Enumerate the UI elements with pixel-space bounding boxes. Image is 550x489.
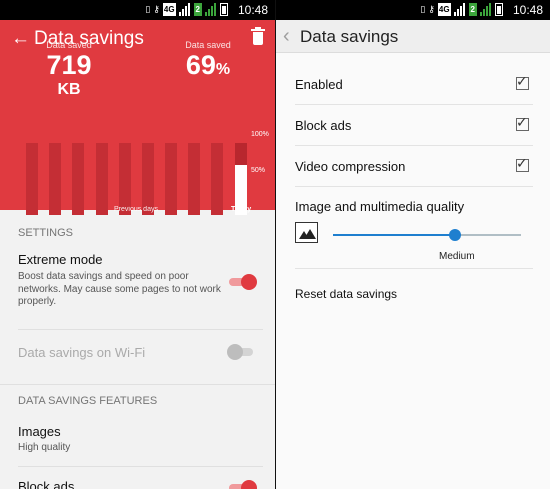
sim-indicator: 2	[468, 3, 477, 16]
chart-bar	[96, 143, 108, 215]
network-type: 4G	[162, 3, 176, 16]
savings-chart	[26, 135, 275, 215]
battery-icon	[220, 3, 228, 16]
settings-action-bar: ‹ Data savings	[276, 20, 550, 53]
settings-section-header: SETTINGS	[18, 227, 74, 239]
left-screen: ▯ ⚷ 4G 2 10:48 ← Data savings Data saved…	[0, 0, 275, 489]
extreme-mode-toggle[interactable]	[229, 274, 257, 290]
data-saved-value: 719	[46, 50, 92, 80]
video-compression-row[interactable]: Video compression ✓	[295, 146, 533, 187]
chart-bar-today	[235, 143, 247, 215]
reset-data-savings[interactable]: Reset data savings	[295, 287, 397, 301]
chart-bar	[49, 143, 61, 215]
status-bar: ▯ ⚷ 4G 2 10:48	[0, 0, 275, 20]
chart-bar	[119, 143, 131, 215]
trash-icon[interactable]	[251, 27, 265, 46]
signal-icon-2	[480, 3, 492, 16]
extreme-mode-description: Boost data savings and speed on poor net…	[18, 271, 221, 307]
status-icons: ▯ ⚷ 4G 2	[420, 3, 503, 16]
video-compression-label: Video compression	[295, 159, 406, 174]
block-ads-row[interactable]: Block ads ✓	[295, 105, 533, 146]
signal-icon	[453, 3, 466, 16]
images-title: Images	[18, 424, 61, 439]
slider-thumb[interactable]	[449, 229, 461, 241]
block-ads-label: Block ads	[295, 118, 352, 133]
right-screen: ▯ ⚷ 4G 2 10:48 ‹ Data savings Enabled ✓ …	[276, 0, 550, 489]
data-saved-label: Data saved	[46, 40, 92, 50]
block-ads-title: Block ads	[18, 479, 75, 489]
extreme-mode-title: Extreme mode	[18, 252, 103, 267]
wifi-savings-row: Data savings on Wi-Fi	[0, 330, 275, 374]
wifi-savings-title: Data savings on Wi-Fi	[18, 345, 146, 360]
enabled-row[interactable]: Enabled ✓	[295, 64, 533, 105]
wifi-savings-toggle	[227, 344, 255, 360]
phone-icon: ▯	[145, 4, 151, 14]
tick-50: 50%	[251, 167, 266, 174]
images-row[interactable]: Images High quality	[0, 422, 275, 466]
signal-icon-2	[205, 3, 217, 16]
status-icons: ▯ ⚷ 4G 2	[145, 3, 228, 16]
battery-icon	[495, 3, 503, 16]
check-icon: ✓	[516, 155, 528, 171]
data-saved-unit: KB	[57, 81, 81, 98]
chart-bar	[188, 143, 200, 215]
images-quality-value: High quality	[18, 442, 71, 453]
signal-icon	[178, 3, 191, 16]
data-saved-amount: Data saved 719 KB	[36, 40, 102, 99]
chevron-left-icon[interactable]: ‹	[283, 25, 290, 47]
data-saved-percent: Data saved 69%	[180, 40, 236, 81]
tick-100: 100%	[251, 131, 269, 138]
chart-caption: Previous days	[114, 206, 158, 213]
data-savings-header: ← Data savings Data saved 719 KB Data sa…	[0, 20, 275, 215]
sim-indicator: 2	[193, 3, 202, 16]
key-icon: ⚷	[153, 4, 160, 14]
check-icon: ✓	[516, 114, 528, 130]
status-bar: ▯ ⚷ 4G 2 10:48	[276, 0, 550, 20]
slider-active-track	[333, 234, 455, 236]
image-quality-slider[interactable]	[333, 229, 521, 241]
settings-title: Data savings	[300, 27, 399, 46]
block-ads-checkbox[interactable]: ✓	[516, 114, 529, 131]
chart-bar	[72, 143, 84, 215]
chart-today-label: Today	[231, 206, 252, 213]
extreme-mode-row[interactable]: Extreme mode Boost data savings and spee…	[0, 252, 275, 329]
video-compression-checkbox[interactable]: ✓	[516, 155, 529, 172]
chart-bar	[211, 143, 223, 215]
chart-bar	[26, 143, 38, 215]
back-arrow-icon[interactable]: ←	[11, 28, 30, 50]
status-time: 10:48	[237, 3, 268, 17]
image-icon	[295, 222, 318, 243]
features-section-header: DATA SAVINGS FEATURES	[0, 384, 275, 422]
image-quality-setting: Image and multimedia quality Medium	[295, 187, 533, 269]
enabled-checkbox[interactable]: ✓	[516, 73, 529, 90]
enabled-label: Enabled	[295, 77, 343, 92]
data-saved-label-2: Data saved	[185, 40, 231, 50]
phone-icon: ▯	[420, 4, 426, 14]
status-time: 10:48	[512, 3, 543, 17]
chart-bar	[142, 143, 154, 215]
chart-bar	[165, 143, 177, 215]
image-quality-value: Medium	[439, 251, 475, 262]
check-icon: ✓	[516, 73, 528, 89]
percent-unit: %	[215, 61, 231, 78]
key-icon: ⚷	[428, 4, 435, 14]
image-quality-label: Image and multimedia quality	[295, 199, 465, 214]
percent-value: 69	[185, 50, 216, 80]
network-type: 4G	[437, 3, 451, 16]
block-ads-toggle[interactable]	[229, 480, 257, 489]
block-ads-row[interactable]: Block ads	[0, 467, 275, 489]
